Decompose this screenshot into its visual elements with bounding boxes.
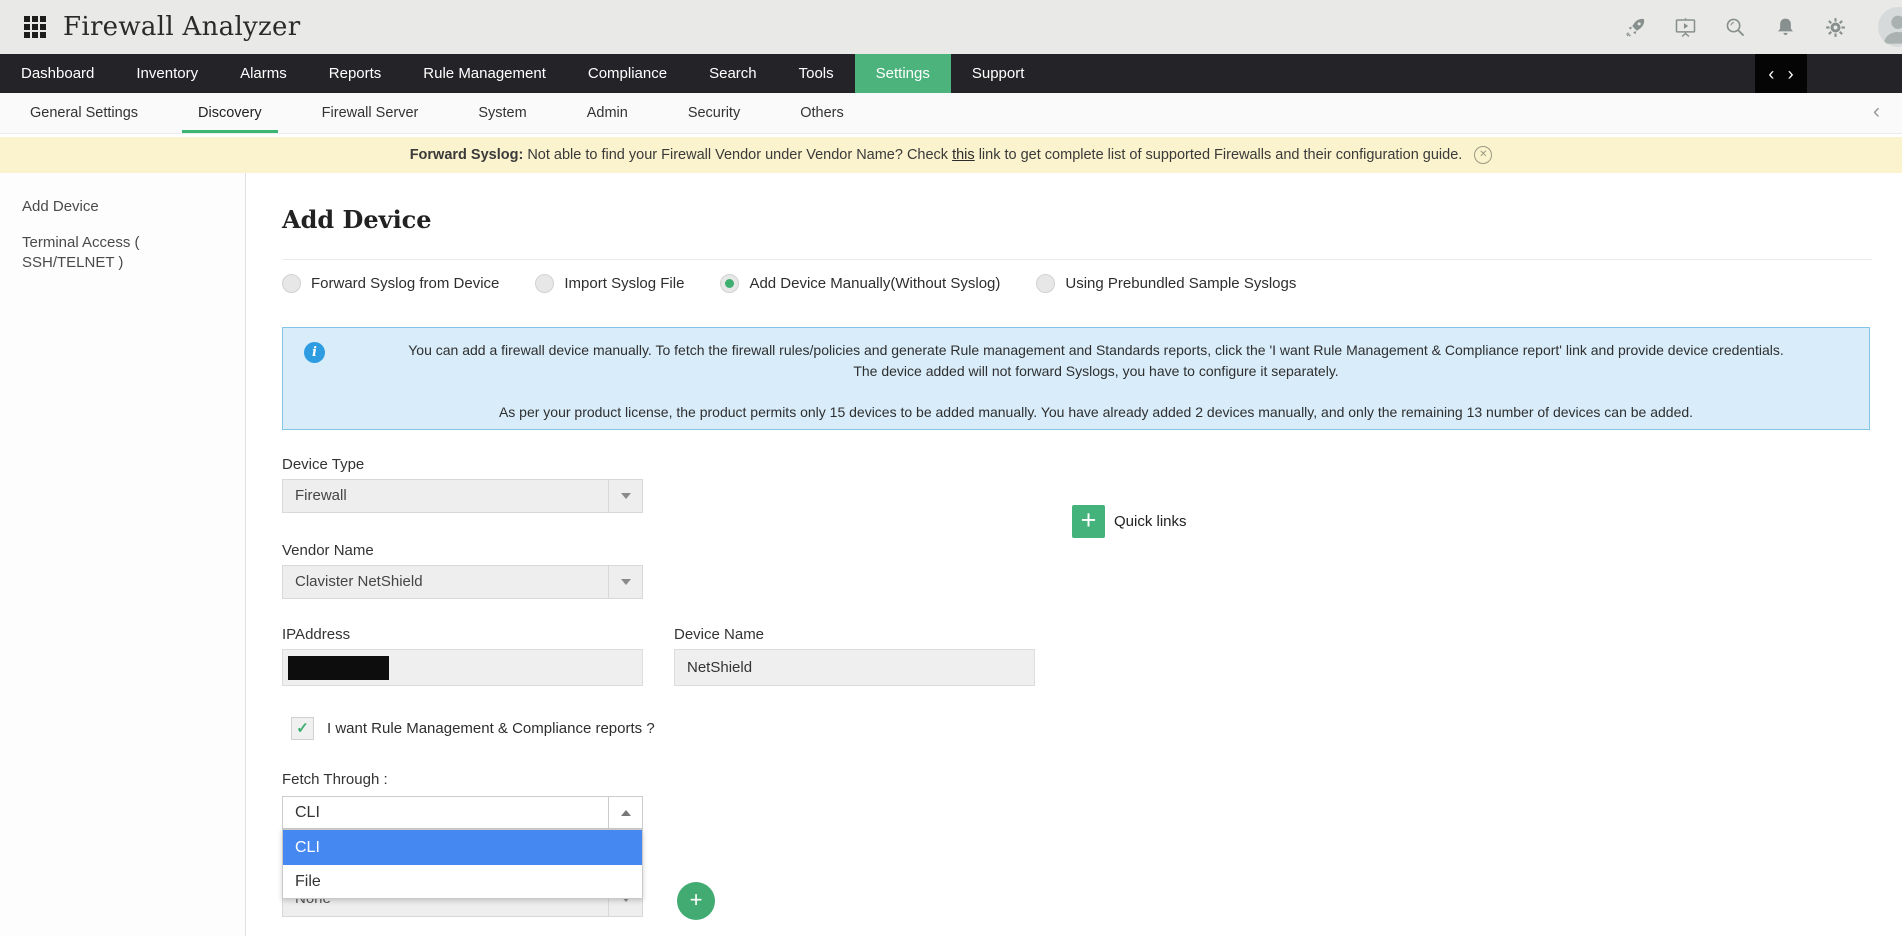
quick-links-label[interactable]: Quick links xyxy=(1114,513,1187,530)
nav-scroll-controls: ‹ › xyxy=(1755,54,1807,93)
nav-support[interactable]: Support xyxy=(951,54,1046,93)
device-type-select[interactable]: Firewall xyxy=(282,479,643,513)
nav-compliance[interactable]: Compliance xyxy=(567,54,688,93)
fetch-through-label: Fetch Through : xyxy=(282,771,388,788)
subnav-general-settings[interactable]: General Settings xyxy=(0,93,168,133)
dropdown-option-cli[interactable]: CLI xyxy=(283,830,642,865)
settings-subnav: General Settings Discovery Firewall Serv… xyxy=(0,93,1902,134)
nav-rule-management[interactable]: Rule Management xyxy=(402,54,567,93)
radio-label: Forward Syslog from Device xyxy=(311,275,499,292)
chevron-down-icon[interactable] xyxy=(608,566,642,598)
nav-inventory[interactable]: Inventory xyxy=(115,54,219,93)
vendor-name-select[interactable]: Clavister NetShield xyxy=(282,565,643,599)
nav-tools[interactable]: Tools xyxy=(778,54,855,93)
info-message-box: i You can add a firewall device manually… xyxy=(282,327,1870,430)
header-icon-bar xyxy=(1624,7,1902,47)
device-name-label: Device Name xyxy=(674,626,764,643)
forward-syslog-banner: Forward Syslog: Not able to find your Fi… xyxy=(0,137,1902,173)
nav-alarms[interactable]: Alarms xyxy=(219,54,308,93)
banner-text-after-link: link to get complete list of supported F… xyxy=(979,147,1463,163)
nav-scroll-left-icon[interactable]: ‹ xyxy=(1768,56,1774,92)
subnav-collapse-chevron-icon[interactable]: ‹ xyxy=(1873,100,1880,124)
rule-mgmt-checkbox-label[interactable]: I want Rule Management & Compliance repo… xyxy=(327,720,655,737)
rocket-icon[interactable] xyxy=(1624,16,1647,39)
subnav-system[interactable]: System xyxy=(448,93,556,133)
radio-label: Add Device Manually(Without Syslog) xyxy=(749,275,1000,292)
info-icon: i xyxy=(304,342,325,363)
banner-text-before-link: Not able to find your Firewall Vendor un… xyxy=(527,147,948,163)
apps-grid-icon[interactable] xyxy=(24,16,46,38)
sidebar-item-terminal-access[interactable]: Terminal Access ( SSH/TELNET ) xyxy=(0,225,220,281)
nav-settings[interactable]: Settings xyxy=(855,54,951,93)
radio-prebundled-sample-syslogs[interactable]: Using Prebundled Sample Syslogs xyxy=(1036,274,1296,293)
fetch-through-select[interactable]: CLI xyxy=(282,796,643,829)
subnav-security[interactable]: Security xyxy=(658,93,770,133)
subnav-firewall-server[interactable]: Firewall Server xyxy=(292,93,449,133)
radio-circle-icon[interactable] xyxy=(282,274,301,293)
rule-mgmt-checkbox[interactable] xyxy=(291,717,314,740)
user-avatar-icon[interactable] xyxy=(1878,7,1902,47)
fetch-through-value: CLI xyxy=(283,797,608,828)
device-type-value: Firewall xyxy=(283,480,608,512)
device-name-input[interactable] xyxy=(674,649,1035,686)
search-icon[interactable] xyxy=(1724,16,1747,39)
fetch-through-dropdown: CLI File xyxy=(282,829,643,899)
chevron-down-icon[interactable] xyxy=(608,480,642,512)
chevron-up-icon[interactable] xyxy=(608,797,642,828)
add-mode-radio-group: Forward Syslog from Device Import Syslog… xyxy=(282,274,1296,293)
radio-label: Import Syslog File xyxy=(564,275,684,292)
demo-screen-icon[interactable] xyxy=(1674,16,1697,39)
quick-links-plus-icon[interactable] xyxy=(1072,505,1105,538)
radio-label: Using Prebundled Sample Syslogs xyxy=(1065,275,1296,292)
ip-address-label: IPAddress xyxy=(282,626,350,643)
subnav-discovery[interactable]: Discovery xyxy=(168,93,292,133)
info-text-license: As per your product license, the product… xyxy=(341,402,1851,423)
redacted-ip-value xyxy=(288,656,389,680)
banner-close-icon[interactable]: ✕ xyxy=(1474,146,1492,164)
device-type-label: Device Type xyxy=(282,456,364,473)
banner-bold-label: Forward Syslog: xyxy=(410,147,524,163)
discovery-sidebar: Add Device Terminal Access ( SSH/TELNET … xyxy=(0,173,246,936)
nav-scroll-right-icon[interactable]: › xyxy=(1788,56,1794,92)
nav-search[interactable]: Search xyxy=(688,54,778,93)
sidebar-item-add-device[interactable]: Add Device xyxy=(0,189,220,225)
settings-gear-icon[interactable] xyxy=(1824,16,1847,39)
radio-circle-icon[interactable] xyxy=(535,274,554,293)
vendor-name-value: Clavister NetShield xyxy=(283,566,608,598)
app-title: Firewall Analyzer xyxy=(63,12,300,42)
add-row-plus-button[interactable] xyxy=(677,882,715,920)
dropdown-option-file[interactable]: File xyxy=(283,865,642,898)
banner-this-link[interactable]: this xyxy=(952,147,975,163)
radio-circle-selected-icon[interactable] xyxy=(720,274,739,293)
radio-add-device-manually[interactable]: Add Device Manually(Without Syslog) xyxy=(720,274,1000,293)
nav-reports[interactable]: Reports xyxy=(308,54,403,93)
title-divider xyxy=(282,259,1872,260)
firewall-analyzer-page: Firewall Analyzer xyxy=(0,0,1902,936)
subnav-admin[interactable]: Admin xyxy=(557,93,658,133)
info-text-primary: You can add a firewall device manually. … xyxy=(341,340,1851,382)
radio-circle-icon[interactable] xyxy=(1036,274,1055,293)
radio-import-syslog-file[interactable]: Import Syslog File xyxy=(535,274,684,293)
vendor-name-label: Vendor Name xyxy=(282,542,374,559)
subnav-others[interactable]: Others xyxy=(770,93,874,133)
app-header: Firewall Analyzer xyxy=(0,0,1902,54)
nav-dashboard[interactable]: Dashboard xyxy=(0,54,115,93)
notifications-bell-icon[interactable] xyxy=(1774,16,1797,39)
main-nav: Dashboard Inventory Alarms Reports Rule … xyxy=(0,54,1902,93)
radio-forward-syslog[interactable]: Forward Syslog from Device xyxy=(282,274,499,293)
page-title: Add Device xyxy=(282,205,432,234)
